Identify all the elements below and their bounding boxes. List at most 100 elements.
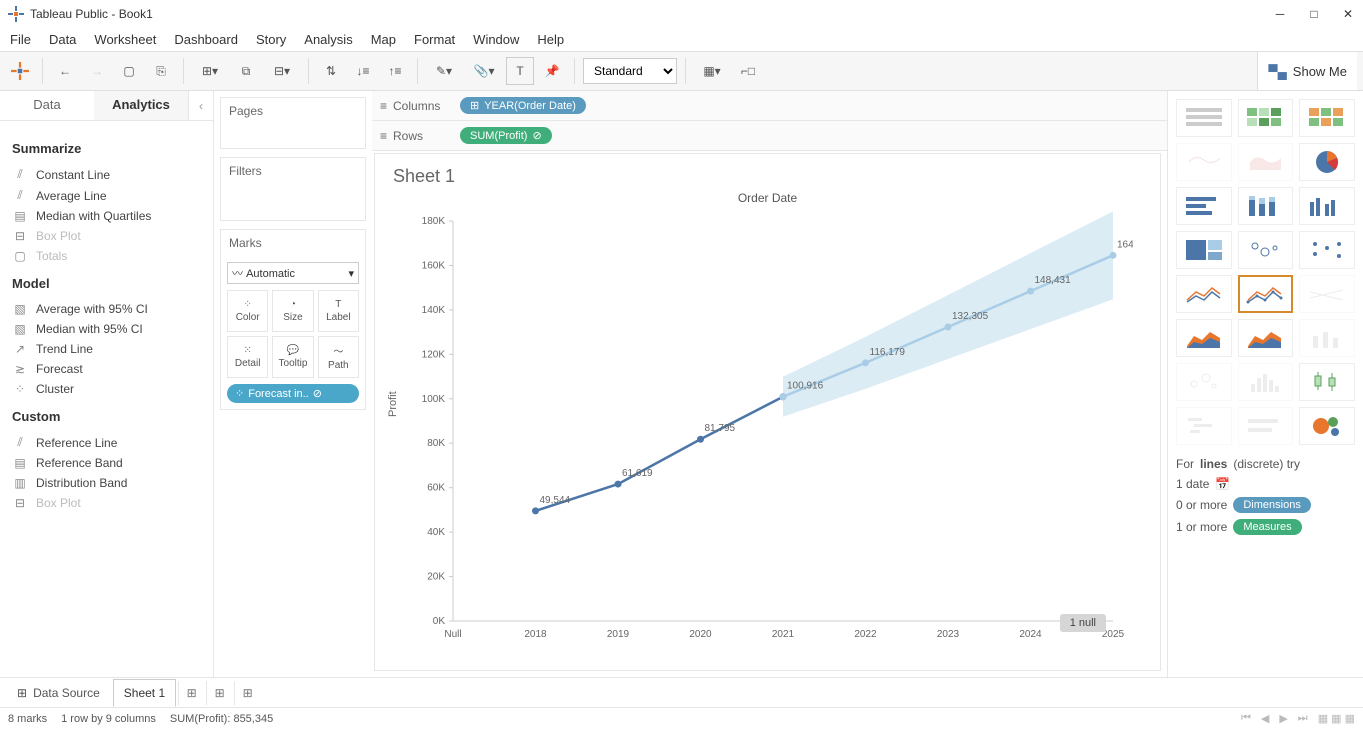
mark-detail[interactable]: ⁙Detail (227, 336, 268, 378)
swap-button[interactable]: ⇅ (317, 57, 345, 85)
chart-type-packed-bubbles[interactable] (1299, 407, 1355, 445)
mark-size[interactable]: ◔Size (272, 290, 313, 332)
minimize-button[interactable]: ─ (1273, 7, 1287, 21)
redo-button[interactable]: → (83, 57, 111, 85)
columns-pill[interactable]: ⊞YEAR(Order Date) (460, 97, 586, 114)
tab-analytics[interactable]: Analytics (94, 91, 189, 120)
chart-type-area-continuous[interactable] (1176, 319, 1232, 357)
rows-shelf[interactable]: ≡Rows SUM(Profit)⊘ (372, 121, 1167, 151)
sheet-title[interactable]: Sheet 1 (393, 166, 1142, 187)
nav-last-icon[interactable]: ⏭ (1298, 712, 1308, 725)
menu-worksheet[interactable]: Worksheet (94, 32, 156, 47)
chart-type-scatter[interactable] (1176, 363, 1232, 401)
duplicate-button[interactable]: ⧉ (232, 57, 260, 85)
highlight-button[interactable]: ✎▾ (426, 57, 462, 85)
chart-type-dual-line[interactable] (1299, 275, 1355, 313)
new-worksheet-button[interactable]: ⊞▾ (192, 57, 228, 85)
menu-story[interactable]: Story (256, 32, 286, 47)
chart-type-box-plot[interactable] (1299, 363, 1355, 401)
svg-text:132,305: 132,305 (952, 311, 989, 322)
analytics-dist-band[interactable]: ▥Distribution Band (12, 473, 201, 493)
chart-type-circle-views[interactable] (1238, 231, 1294, 269)
show-me-button[interactable]: ▀▄ Show Me (1257, 52, 1357, 90)
chart-type-side-bar[interactable] (1299, 187, 1355, 225)
chart-type-side-circle[interactable] (1299, 231, 1355, 269)
analytics-constant-line[interactable]: ⫽Constant Line (12, 164, 201, 185)
null-badge[interactable]: 1 null (1060, 614, 1106, 632)
mark-label[interactable]: TLabel (318, 290, 359, 332)
pages-card[interactable]: Pages (220, 97, 366, 149)
analytics-forecast[interactable]: ≳Forecast (12, 359, 201, 379)
chart-type-filled-map[interactable] (1238, 143, 1294, 181)
menu-help[interactable]: Help (537, 32, 564, 47)
menu-file[interactable]: File (10, 32, 31, 47)
mark-color[interactable]: ⁘Color (227, 290, 268, 332)
filters-card[interactable]: Filters (220, 157, 366, 221)
labels-button[interactable]: T (506, 57, 534, 85)
menu-dashboard[interactable]: Dashboard (174, 32, 238, 47)
undo-button[interactable]: ← (51, 57, 79, 85)
chart-type-dual-combo[interactable] (1299, 319, 1355, 357)
analytics-trend-line[interactable]: ↗Trend Line (12, 339, 201, 359)
nav-next-icon[interactable]: ▶ (1279, 712, 1287, 725)
mark-type-select[interactable]: 〰 Automatic▾ (227, 262, 359, 284)
presentation-button[interactable]: ⌐□ (734, 57, 762, 85)
analytics-median-ci[interactable]: ▧Median with 95% CI (12, 319, 201, 339)
mark-tooltip[interactable]: 💬Tooltip (272, 336, 313, 378)
collapse-side-button[interactable]: ‹ (189, 91, 213, 120)
chart-type-area-discrete[interactable] (1238, 319, 1294, 357)
new-worksheet-button[interactable]: ⊞ (178, 681, 204, 705)
chart-type-line-discrete[interactable] (1238, 275, 1294, 313)
chart-type-line-continuous[interactable] (1176, 275, 1232, 313)
nav-prev-icon[interactable]: ◀ (1261, 712, 1269, 725)
menu-window[interactable]: Window (473, 32, 519, 47)
group-button[interactable]: 📎▾ (466, 57, 502, 85)
tab-sheet-1[interactable]: Sheet 1 (113, 679, 176, 707)
save-button[interactable]: ▢ (115, 57, 143, 85)
columns-shelf[interactable]: ≡Columns ⊞YEAR(Order Date) (372, 91, 1167, 121)
menu-analysis[interactable]: Analysis (304, 32, 352, 47)
chart-type-symbol-map[interactable] (1176, 143, 1232, 181)
menu-map[interactable]: Map (371, 32, 396, 47)
sort-desc-button[interactable]: ↑≡ (381, 57, 409, 85)
maximize-button[interactable]: □ (1307, 7, 1321, 21)
tab-data[interactable]: Data (0, 91, 94, 120)
tab-data-source[interactable]: ⊞Data Source (6, 679, 111, 707)
chart-type-hbar[interactable] (1176, 187, 1232, 225)
chart-type-pie[interactable] (1299, 143, 1355, 181)
forecast-pill[interactable]: ⁘Forecast in..⊘ (227, 384, 359, 403)
pin-button[interactable]: 📌 (538, 57, 566, 85)
chart-type-histogram[interactable] (1238, 363, 1294, 401)
new-story-button[interactable]: ⊞ (234, 681, 260, 705)
show-cards-button[interactable]: ▦▾ (694, 57, 730, 85)
chart-type-treemap[interactable] (1176, 231, 1232, 269)
analytics-ref-line[interactable]: ⫽Reference Line (12, 432, 201, 453)
analytics-avg-ci[interactable]: ▧Average with 95% CI (12, 299, 201, 319)
chart-type-text-table[interactable] (1176, 99, 1232, 137)
mark-path[interactable]: 〜Path (318, 336, 359, 378)
svg-text:80K: 80K (427, 438, 445, 449)
menu-format[interactable]: Format (414, 32, 455, 47)
svg-text:116,179: 116,179 (870, 347, 906, 358)
clear-button[interactable]: ⊟▾ (264, 57, 300, 85)
new-data-button[interactable]: ⎘ (147, 57, 175, 85)
tableau-icon[interactable] (6, 57, 34, 85)
fit-select[interactable]: Standard (583, 58, 677, 84)
chart-type-heat-map[interactable] (1238, 99, 1294, 137)
chart-type-gantt[interactable] (1176, 407, 1232, 445)
analytics-ref-band[interactable]: ▤Reference Band (12, 453, 201, 473)
chart-type-highlight-table[interactable] (1299, 99, 1355, 137)
menu-data[interactable]: Data (49, 32, 76, 47)
chart-type-stacked-bar[interactable] (1238, 187, 1294, 225)
rows-pill[interactable]: SUM(Profit)⊘ (460, 127, 552, 144)
new-dashboard-button[interactable]: ⊞ (206, 681, 232, 705)
view-grid-icon[interactable]: ▦ ▦ ▦ (1318, 712, 1355, 725)
nav-first-icon[interactable]: ⏮ (1241, 712, 1251, 725)
analytics-cluster[interactable]: ⁘Cluster (12, 379, 201, 399)
close-button[interactable]: ✕ (1341, 7, 1355, 21)
sort-asc-button[interactable]: ↓≡ (349, 57, 377, 85)
analytics-median-quartiles[interactable]: ▤Median with Quartiles (12, 206, 201, 226)
analytics-average-line[interactable]: ⫽Average Line (12, 185, 201, 206)
chart-type-bullet[interactable] (1238, 407, 1294, 445)
size-icon: ◔ (290, 299, 296, 310)
